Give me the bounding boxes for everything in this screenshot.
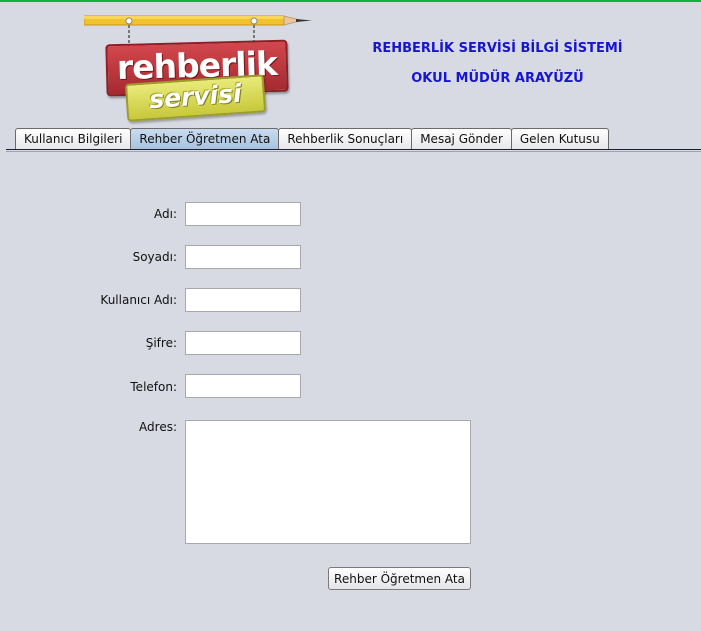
app-title: REHBERLİK SERVİSİ BİLGİ SİSTEMİ	[372, 41, 623, 56]
tab-rehberlik-sonuclari[interactable]: Rehberlik Sonuçları	[278, 128, 413, 150]
tab-kullanici-bilgileri[interactable]: Kullanıcı Bilgileri	[15, 128, 132, 150]
app-subtitle: OKUL MÜDÜR ARAYÜZÜ	[411, 71, 584, 86]
tab-rehber-ogretmen-ata[interactable]: Rehber Öğretmen Ata	[130, 128, 280, 150]
tab-mesaj-gonder[interactable]: Mesaj Gönder	[411, 128, 512, 150]
tab-bar: Kullanıcı Bilgileri Rehber Öğretmen Ata …	[15, 128, 609, 150]
address-textarea[interactable]	[185, 420, 471, 544]
tab-panel-border	[6, 149, 701, 152]
phone-field[interactable]	[185, 374, 301, 398]
address-label: Adres:	[139, 420, 177, 434]
phone-label: Telefon:	[130, 380, 177, 394]
name-field[interactable]	[185, 202, 301, 226]
window-top-border	[0, 0, 701, 2]
password-label: Şifre:	[145, 336, 177, 350]
assign-counselor-button[interactable]: Rehber Öğretmen Ata	[328, 567, 471, 590]
username-label: Kullanıcı Adı:	[100, 293, 177, 307]
surname-field[interactable]	[185, 245, 301, 269]
name-label: Adı:	[154, 207, 177, 221]
surname-label: Soyadı:	[132, 250, 177, 264]
password-field[interactable]	[185, 331, 301, 355]
tab-gelen-kutusu[interactable]: Gelen Kutusu	[510, 128, 609, 150]
rehberlik-servisi-logo: rehberlik servisi	[84, 10, 314, 122]
username-field[interactable]	[185, 288, 301, 312]
logo-line2: servisi	[148, 78, 243, 115]
